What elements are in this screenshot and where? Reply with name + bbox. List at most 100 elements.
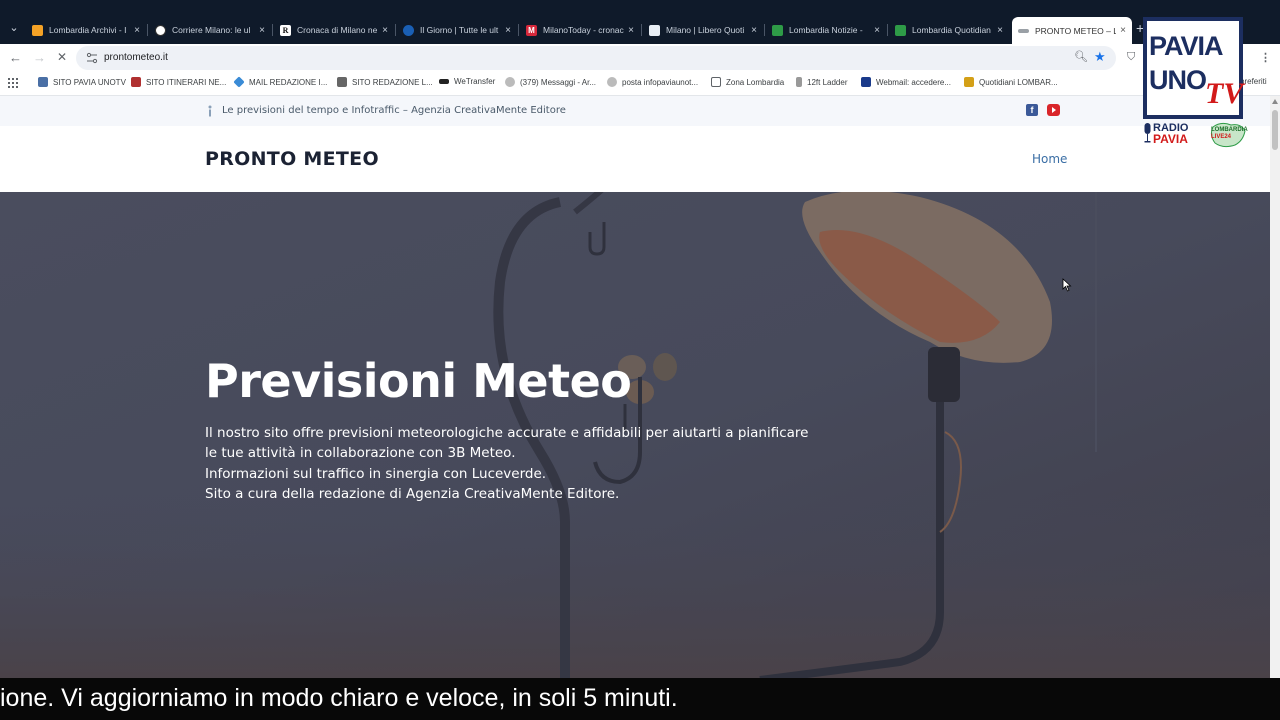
tab-divider <box>272 24 273 36</box>
tab-search-chevron-icon[interactable]: ⌄ <box>4 18 24 38</box>
bookmark-item[interactable]: (379) Messaggi - Ar... <box>505 77 596 87</box>
bookmark-label: (379) Messaggi - Ar... <box>520 77 597 87</box>
bookmark-favicon-icon <box>964 77 974 87</box>
bookmark-label: 12ft Ladder <box>807 77 848 87</box>
subtitle-text: ione. Vi aggiorniamo in modo chiaro e ve… <box>0 684 678 712</box>
facebook-icon[interactable]: f <box>1026 104 1038 116</box>
bookmark-favicon-icon <box>861 77 871 87</box>
logo-text-uno: UNO <box>1149 65 1207 95</box>
microphone-icon <box>1144 123 1151 143</box>
browser-tab[interactable]: Lombardia Quotidian × <box>889 18 1009 42</box>
bookmark-favicon-icon <box>233 76 245 88</box>
tab-title: Lombardia Notizie - <box>789 25 863 35</box>
url-text[interactable]: prontometeo.it <box>104 52 168 63</box>
bookmark-item[interactable]: 12ft Ladder <box>796 77 847 87</box>
tab-title: Corriere Milano: le ul <box>172 25 251 35</box>
tab-favicon-icon: M <box>526 24 537 36</box>
bookmark-label: Webmail: accedere... <box>876 77 951 87</box>
bookmark-item[interactable]: SITO REDAZIONE L... <box>337 77 433 87</box>
info-icon <box>208 105 212 117</box>
tab-divider <box>641 24 642 36</box>
scroll-up-arrow-icon[interactable] <box>1272 99 1278 104</box>
tab-close-icon[interactable]: × <box>505 25 511 36</box>
bookmark-item[interactable]: posta infopaviaunot... <box>607 77 698 87</box>
tab-favicon-icon <box>155 24 166 36</box>
tab-favicon-icon <box>649 24 660 36</box>
tab-close-icon[interactable]: × <box>259 25 265 36</box>
bookmark-label: posta infopaviaunot... <box>622 77 699 87</box>
bookmark-item[interactable]: SITO PAVIA UNOTV <box>38 77 126 87</box>
tab-close-icon[interactable]: × <box>1120 25 1126 36</box>
tab-favicon-icon: R <box>280 24 291 36</box>
tab-close-icon[interactable]: × <box>382 25 388 36</box>
bookmark-label: SITO ITINERARI NE... <box>146 77 227 87</box>
bookmark-star-icon[interactable]: ★ <box>1094 49 1106 65</box>
tab-close-icon[interactable]: × <box>628 25 634 36</box>
site-logo-title[interactable]: PRONTO METEO <box>205 148 379 170</box>
bookmark-label: MAIL REDAZIONE I... <box>249 77 328 87</box>
tab-title: MilanoToday - cronac <box>543 25 624 35</box>
site-settings-icon[interactable] <box>86 52 98 64</box>
radio-pavia-text: PAVIA <box>1153 132 1188 146</box>
site-tagline: Le previsioni del tempo e Infotraffic – … <box>222 105 566 116</box>
site-top-bar: Le previsioni del tempo e Infotraffic – … <box>0 96 1270 126</box>
tab-title: Lombardia Quotidian <box>912 25 991 35</box>
hero-description-line: Il nostro sito offre previsioni meteorol… <box>205 425 809 441</box>
tab-divider <box>395 24 396 36</box>
bookmark-label: WeTransfer <box>454 77 496 86</box>
bookmark-folder[interactable]: Zona Lombardia <box>711 77 784 87</box>
logo-text-tv: TV <box>1205 77 1244 110</box>
apps-grid-icon[interactable] <box>8 78 18 88</box>
bookmark-favicon-icon <box>337 77 347 87</box>
browser-tab[interactable]: Il Giorno | Tutte le ult × <box>397 18 517 42</box>
scroll-thumb[interactable] <box>1272 110 1278 150</box>
bookmark-item[interactable]: Quotidiani LOMBAR... <box>964 77 1058 87</box>
address-bar[interactable]: prontometeo.it 🔍︎ ★ <box>76 46 1116 70</box>
logo-text-pavia: PAVIA <box>1149 31 1224 61</box>
tab-title: Il Giorno | Tutte le ult <box>420 25 499 35</box>
browser-tab[interactable]: R Cronaca di Milano ne × <box>274 18 394 42</box>
bookmark-item[interactable]: WeTransfer <box>439 77 495 86</box>
tab-favicon-icon <box>32 24 43 36</box>
bookmark-item[interactable]: MAIL REDAZIONE I... <box>233 76 328 88</box>
tab-close-icon[interactable]: × <box>751 25 757 36</box>
browser-tab[interactable]: M MilanoToday - cronac × <box>520 18 640 42</box>
tab-divider <box>764 24 765 36</box>
tab-close-icon[interactable]: × <box>997 25 1003 36</box>
tab-favicon-icon <box>403 24 414 36</box>
browser-tab-active[interactable]: PRONTO METEO – Le × <box>1012 17 1132 44</box>
bookmark-label: SITO PAVIA UNOTV <box>53 77 126 87</box>
tab-close-icon[interactable]: × <box>134 25 140 36</box>
lombardia-text: LOMBARDIA <box>1211 127 1248 133</box>
zoom-icon[interactable]: 🔍︎ <box>1074 50 1088 63</box>
forward-arrow-icon[interactable]: → <box>33 50 46 65</box>
nav-link-home[interactable]: Home <box>1032 152 1067 166</box>
tab-favicon-icon <box>772 24 783 36</box>
tab-title: Lombardia Archivi - I <box>49 25 127 35</box>
bookmark-item[interactable]: Webmail: accedere... <box>861 77 951 87</box>
browser-tab[interactable]: Lombardia Archivi - I × <box>26 18 146 42</box>
bookmarks-bar: SITO PAVIA UNOTV SITO ITINERARI NE... MA… <box>0 72 1280 96</box>
tab-divider <box>887 24 888 36</box>
browser-tab[interactable]: Lombardia Notizie - × <box>766 18 886 42</box>
tab-divider <box>147 24 148 36</box>
bookmark-favicon-icon <box>38 77 48 87</box>
youtube-icon[interactable] <box>1047 104 1060 116</box>
extension-shield-icon[interactable]: ⛉ <box>1127 51 1135 64</box>
back-arrow-icon[interactable]: ← <box>9 50 22 65</box>
pavia-uno-tv-logo: PAVIA UNO TV RADIO PAVIA LOMBARDIA LIVE2… <box>1143 17 1248 151</box>
radio-pavia-logo: RADIO PAVIA <box>1153 123 1188 146</box>
browser-tab[interactable]: Milano | Libero Quoti × <box>643 18 763 42</box>
hero-description-line: Informazioni sul traffico in sinergia co… <box>205 466 547 482</box>
browser-tab[interactable]: Corriere Milano: le ul × <box>149 18 271 42</box>
stop-loading-icon[interactable]: ✕ <box>57 50 67 64</box>
live24-text: LIVE24 <box>1211 134 1232 140</box>
bookmark-favicon-icon <box>505 77 515 87</box>
page-scrollbar[interactable] <box>1270 96 1280 680</box>
tab-title: Cronaca di Milano ne <box>297 25 378 35</box>
tab-close-icon[interactable]: × <box>874 25 880 36</box>
browser-menu-icon[interactable]: ⋮ <box>1260 51 1271 64</box>
browser-toolbar: ← → ✕ prontometeo.it 🔍︎ ★ ⛉ ⋮ <box>0 44 1280 72</box>
bookmark-item[interactable]: SITO ITINERARI NE... <box>131 77 226 87</box>
tab-title: PRONTO METEO – Le <box>1035 25 1117 36</box>
